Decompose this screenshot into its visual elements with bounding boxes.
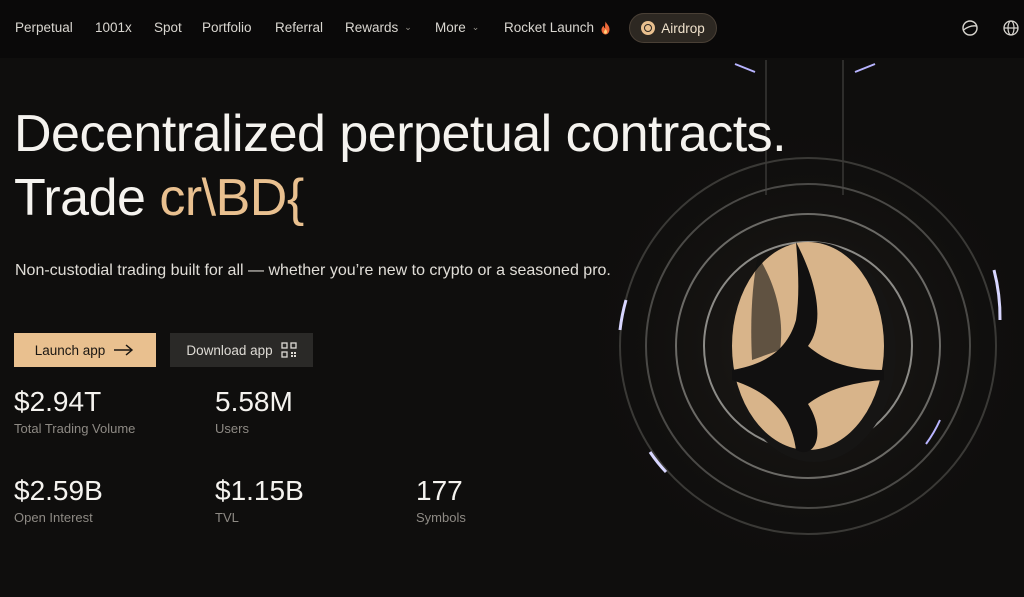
stat-value: $1.15B: [215, 475, 304, 506]
nav-rewards[interactable]: Rewards ⌄: [345, 20, 412, 35]
chevron-down-icon: ⌄: [471, 22, 480, 32]
stat-label: Open Interest: [14, 510, 93, 525]
stat-label: Symbols: [416, 510, 466, 525]
top-nav: Perpetual 1001x Spot Portfolio Referral …: [0, 0, 1024, 58]
headline-line-2-accent: cr\BD{: [159, 169, 304, 227]
chevron-down-icon: ⌄: [404, 22, 412, 32]
nav-referral[interactable]: Referral: [275, 20, 323, 35]
stat-label: Users: [215, 421, 249, 436]
flame-icon: [601, 21, 610, 34]
nav-spot[interactable]: Spot: [154, 20, 182, 35]
stat-value: $2.59B: [14, 475, 103, 506]
download-app-button[interactable]: Download app: [170, 333, 313, 367]
airdrop-icon: [641, 21, 656, 35]
nav-perpetual[interactable]: Perpetual: [15, 20, 73, 35]
stat-users: 5.58M Users: [215, 386, 293, 436]
airdrop-button[interactable]: Airdrop: [629, 13, 717, 43]
stat-value: $2.94T: [14, 386, 102, 417]
nav-portfolio[interactable]: Portfolio: [202, 20, 252, 35]
stat-value: 177: [416, 475, 463, 506]
qr-code-icon: [281, 342, 297, 358]
stat-value: 5.58M: [215, 386, 293, 417]
arrow-right-icon: [114, 344, 134, 356]
headline-line-1: Decentralized perpetual contracts.: [14, 105, 787, 163]
stat-symbols: 177 Symbols: [416, 475, 466, 525]
theme-toggle-icon[interactable]: [961, 19, 979, 37]
hero-subheadline: Non-custodial trading built for all — wh…: [15, 262, 611, 279]
nav-rocket-launch[interactable]: Rocket Launch: [504, 20, 611, 35]
nav-more[interactable]: More ⌄: [435, 20, 479, 35]
stat-label: TVL: [215, 510, 239, 525]
stat-tvl: $1.15B TVL: [215, 475, 304, 525]
stat-open-interest: $2.59B Open Interest: [14, 475, 103, 525]
hero-headline: Decentralized perpetual contracts. Trade…: [14, 102, 787, 230]
launch-app-button[interactable]: Launch app: [14, 333, 156, 367]
nav-1001x[interactable]: 1001x: [95, 20, 132, 35]
stat-total-trading-volume: $2.94T Total Trading Volume: [14, 386, 135, 436]
headline-line-2-prefix: Trade: [14, 169, 160, 227]
globe-icon[interactable]: [1002, 19, 1020, 37]
stat-label: Total Trading Volume: [14, 421, 136, 436]
